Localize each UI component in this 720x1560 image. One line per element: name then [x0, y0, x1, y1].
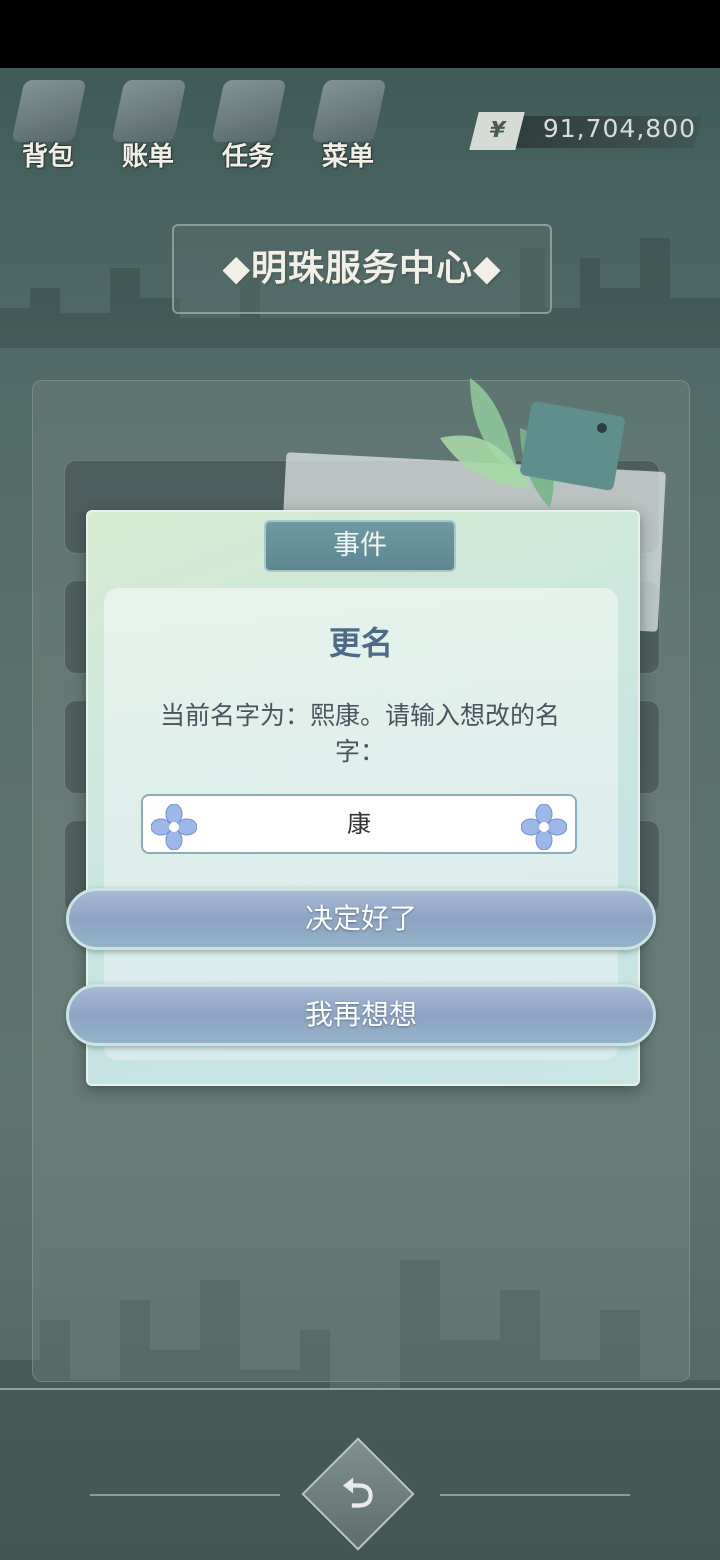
- confirm-button[interactable]: 决定好了: [66, 888, 656, 950]
- menu-icon: [311, 80, 387, 142]
- dialog-header-tab: 事件: [264, 520, 456, 572]
- money-value: 91,704,800: [542, 114, 696, 143]
- game-scene: 背包 账单 任务 菜单 ¥ 91,704,800 ◆明珠服务中心◆ 事件 更名 …: [0, 68, 720, 1560]
- task-icon: [211, 80, 287, 142]
- menu-item-task[interactable]: 任务: [200, 76, 296, 176]
- page-title-plate: ◆明珠服务中心◆: [172, 224, 552, 314]
- menu-item-menu[interactable]: 菜单: [300, 76, 396, 176]
- yen-icon: ¥: [469, 112, 525, 150]
- money-display: ¥ 91,704,800: [468, 112, 708, 152]
- menu-label: 账单: [122, 142, 175, 172]
- page-title: ◆明珠服务中心◆: [222, 248, 502, 289]
- divider: [0, 1388, 720, 1390]
- name-input-value: 康: [347, 810, 371, 838]
- menu-label: 任务: [222, 142, 275, 172]
- flower-icon: [521, 804, 567, 850]
- dialog-prompt: 当前名字为：熙康。请输入想改的名字：: [159, 701, 560, 766]
- menu-label: 菜单: [322, 142, 375, 172]
- return-icon: ⮌: [341, 1471, 375, 1517]
- bag-icon: [11, 80, 87, 142]
- divider: [90, 1494, 280, 1496]
- bill-icon: [111, 80, 187, 142]
- name-input[interactable]: 康: [141, 794, 577, 854]
- menu-label: 背包: [22, 142, 75, 172]
- status-bar: [0, 0, 720, 68]
- divider: [440, 1494, 630, 1496]
- dialog-title: 更名: [328, 624, 393, 662]
- leaf-decoration-icon: [440, 378, 625, 508]
- menu-item-bill[interactable]: 账单: [100, 76, 196, 176]
- menu-item-bag[interactable]: 背包: [0, 76, 96, 176]
- cancel-button[interactable]: 我再想想: [66, 984, 656, 1046]
